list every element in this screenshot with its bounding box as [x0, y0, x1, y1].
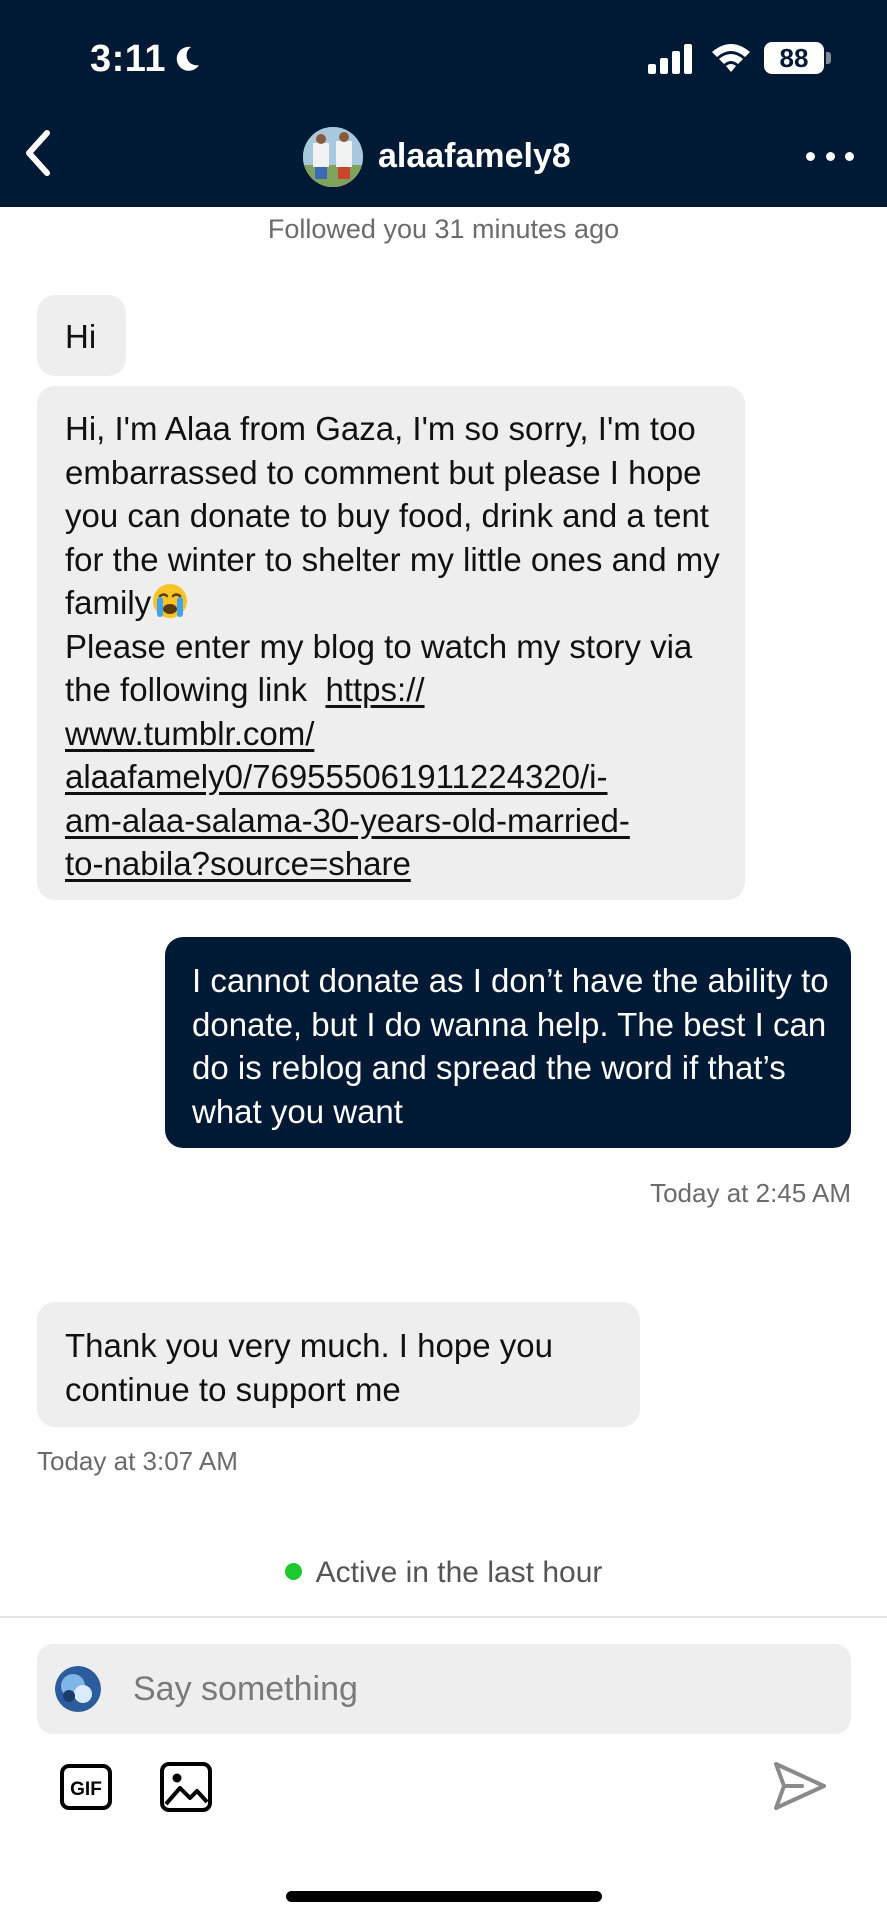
message-bubble-outgoing: I cannot donate as I don’t have the abil…: [165, 937, 851, 1148]
status-time: 3:11: [90, 38, 166, 80]
signal-icon: [648, 44, 692, 74]
battery-icon: 88: [764, 42, 824, 74]
active-status-text: Active in the last hour: [315, 1556, 603, 1589]
image-icon[interactable]: [160, 1762, 212, 1812]
back-button[interactable]: [18, 128, 58, 178]
message-text: Hi: [65, 318, 97, 355]
send-icon[interactable]: [772, 1760, 828, 1812]
divider: [0, 1616, 887, 1618]
message-timestamp: Today at 3:07 AM: [37, 1446, 238, 1476]
avatar: [55, 1666, 101, 1712]
link-line[interactable]: to-nabila?source=share: [65, 842, 721, 886]
message-bubble-incoming: Hi: [37, 295, 126, 376]
battery-tip: [826, 52, 831, 64]
avatar[interactable]: [303, 127, 363, 187]
moon-icon: [176, 46, 199, 71]
message-timestamp: Today at 2:45 AM: [650, 1178, 851, 1208]
message-input[interactable]: [133, 1664, 813, 1714]
home-indicator: [286, 1891, 602, 1902]
link-line[interactable]: am-alaa-salama-30-years-old-married-: [65, 799, 721, 843]
wifi-icon: [712, 44, 750, 72]
back-arrow-icon: [26, 130, 50, 176]
link-line[interactable]: alaafamely0/769555061911224320/i-: [65, 755, 721, 799]
more-icon: [806, 151, 815, 161]
top-bar: 3:11 88 alaafamely8: [0, 0, 887, 207]
active-status: Active in the last hour: [0, 1556, 887, 1590]
link-line[interactable]: www.tumblr.com/: [65, 712, 721, 756]
followed-note: Followed you 31 minutes ago: [267, 214, 620, 244]
blog-link[interactable]: https://: [325, 671, 424, 708]
message-text: I cannot donate as I don’t have the abil…: [192, 962, 829, 1130]
loudly-crying-face-icon: [153, 584, 188, 618]
more-icon: [825, 151, 835, 161]
gif-label: GIF: [70, 1779, 102, 1800]
header-username[interactable]: alaafamely8: [378, 137, 571, 176]
message-bubble-incoming: Thank you very much. I hope you continue…: [37, 1302, 640, 1427]
message-text: Thank you very much. I hope you continue…: [65, 1327, 553, 1408]
message-composer[interactable]: [37, 1644, 851, 1734]
more-icon: [845, 151, 854, 161]
link-line[interactable]: https://: [325, 671, 424, 708]
more-button[interactable]: [806, 138, 854, 174]
message-bubble-incoming: Hi, I'm Alaa from Gaza, I'm so sorry, I'…: [37, 386, 745, 900]
online-dot-icon: [284, 1563, 302, 1580]
gif-icon[interactable]: GIF: [60, 1764, 112, 1810]
